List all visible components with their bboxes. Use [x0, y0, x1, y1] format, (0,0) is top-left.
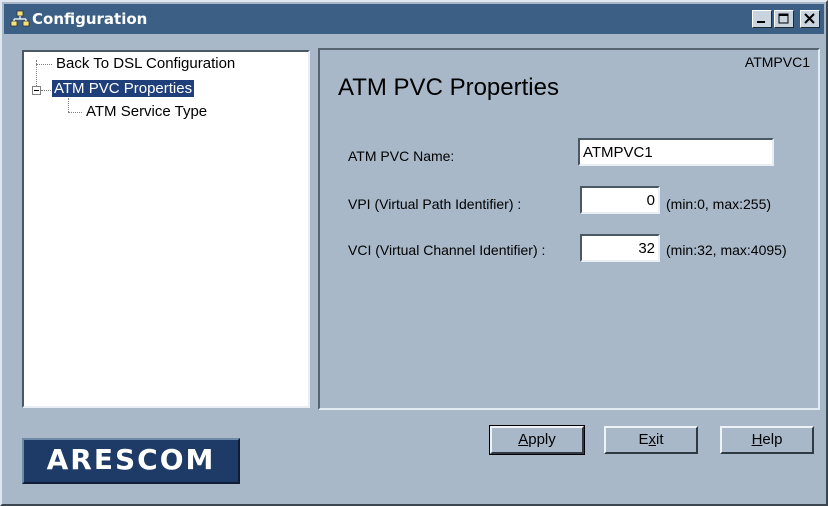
- vpi-range: (min:0, max:255): [666, 196, 772, 212]
- title-bar[interactable]: Configuration: [4, 4, 824, 34]
- help-mnemonic: H: [751, 431, 763, 448]
- tree-item-atm-pvc-properties[interactable]: ATM PVC Properties: [52, 80, 195, 97]
- vci-range: (min:32, max:4095): [666, 242, 787, 258]
- network-icon: [10, 10, 30, 28]
- page-title: ATM PVC Properties: [338, 74, 559, 101]
- apply-mnemonic: A: [518, 431, 529, 448]
- vci-label: VCI (Virtual Channel Identifier) :: [348, 242, 546, 258]
- vpi-field[interactable]: [580, 186, 660, 214]
- atm-pvc-name-label: ATM PVC Name:: [348, 148, 455, 164]
- exit-button[interactable]: Exit: [604, 426, 698, 454]
- collapse-icon[interactable]: [32, 86, 41, 95]
- tree-item-back-to-dsl[interactable]: Back To DSL Configuration: [56, 55, 235, 72]
- tree-item-label: ATM PVC Properties: [52, 80, 195, 97]
- exit-label-end: it: [656, 431, 664, 448]
- pvc-tag: ATMPVC1: [744, 54, 810, 70]
- tree-item-label: Back To DSL Configuration: [56, 55, 236, 72]
- minimize-button[interactable]: [752, 10, 772, 28]
- properties-panel: ATMPVC1 ATM PVC Properties ATM PVC Name:…: [318, 48, 820, 410]
- tree-item-label: ATM Service Type: [86, 103, 208, 120]
- help-button[interactable]: Help: [720, 426, 814, 454]
- help-label: elp: [762, 431, 783, 448]
- vci-field[interactable]: [580, 234, 660, 262]
- exit-mnemonic: x: [648, 431, 657, 448]
- tree-connector: [41, 90, 51, 91]
- tree-item-atm-service-type[interactable]: ATM Service Type: [86, 103, 207, 120]
- apply-label: pply: [528, 431, 556, 448]
- navigation-tree: Back To DSL Configuration ATM PVC Proper…: [22, 50, 310, 408]
- maximize-button[interactable]: [774, 10, 794, 28]
- tree-connector: [36, 64, 52, 65]
- window-title: Configuration: [32, 10, 148, 28]
- tree-connector: [68, 112, 82, 113]
- vpi-label: VPI (Virtual Path Identifier) :: [348, 196, 522, 212]
- atm-pvc-name-field[interactable]: [578, 138, 774, 166]
- exit-label-start: E: [638, 431, 649, 448]
- arescom-logo: ARESCOM: [22, 438, 240, 484]
- close-button[interactable]: [800, 10, 820, 28]
- configuration-window: Configuration Back To DSL Configuration …: [0, 0, 828, 506]
- tree-connector: [68, 98, 69, 112]
- apply-button[interactable]: Apply: [489, 425, 585, 455]
